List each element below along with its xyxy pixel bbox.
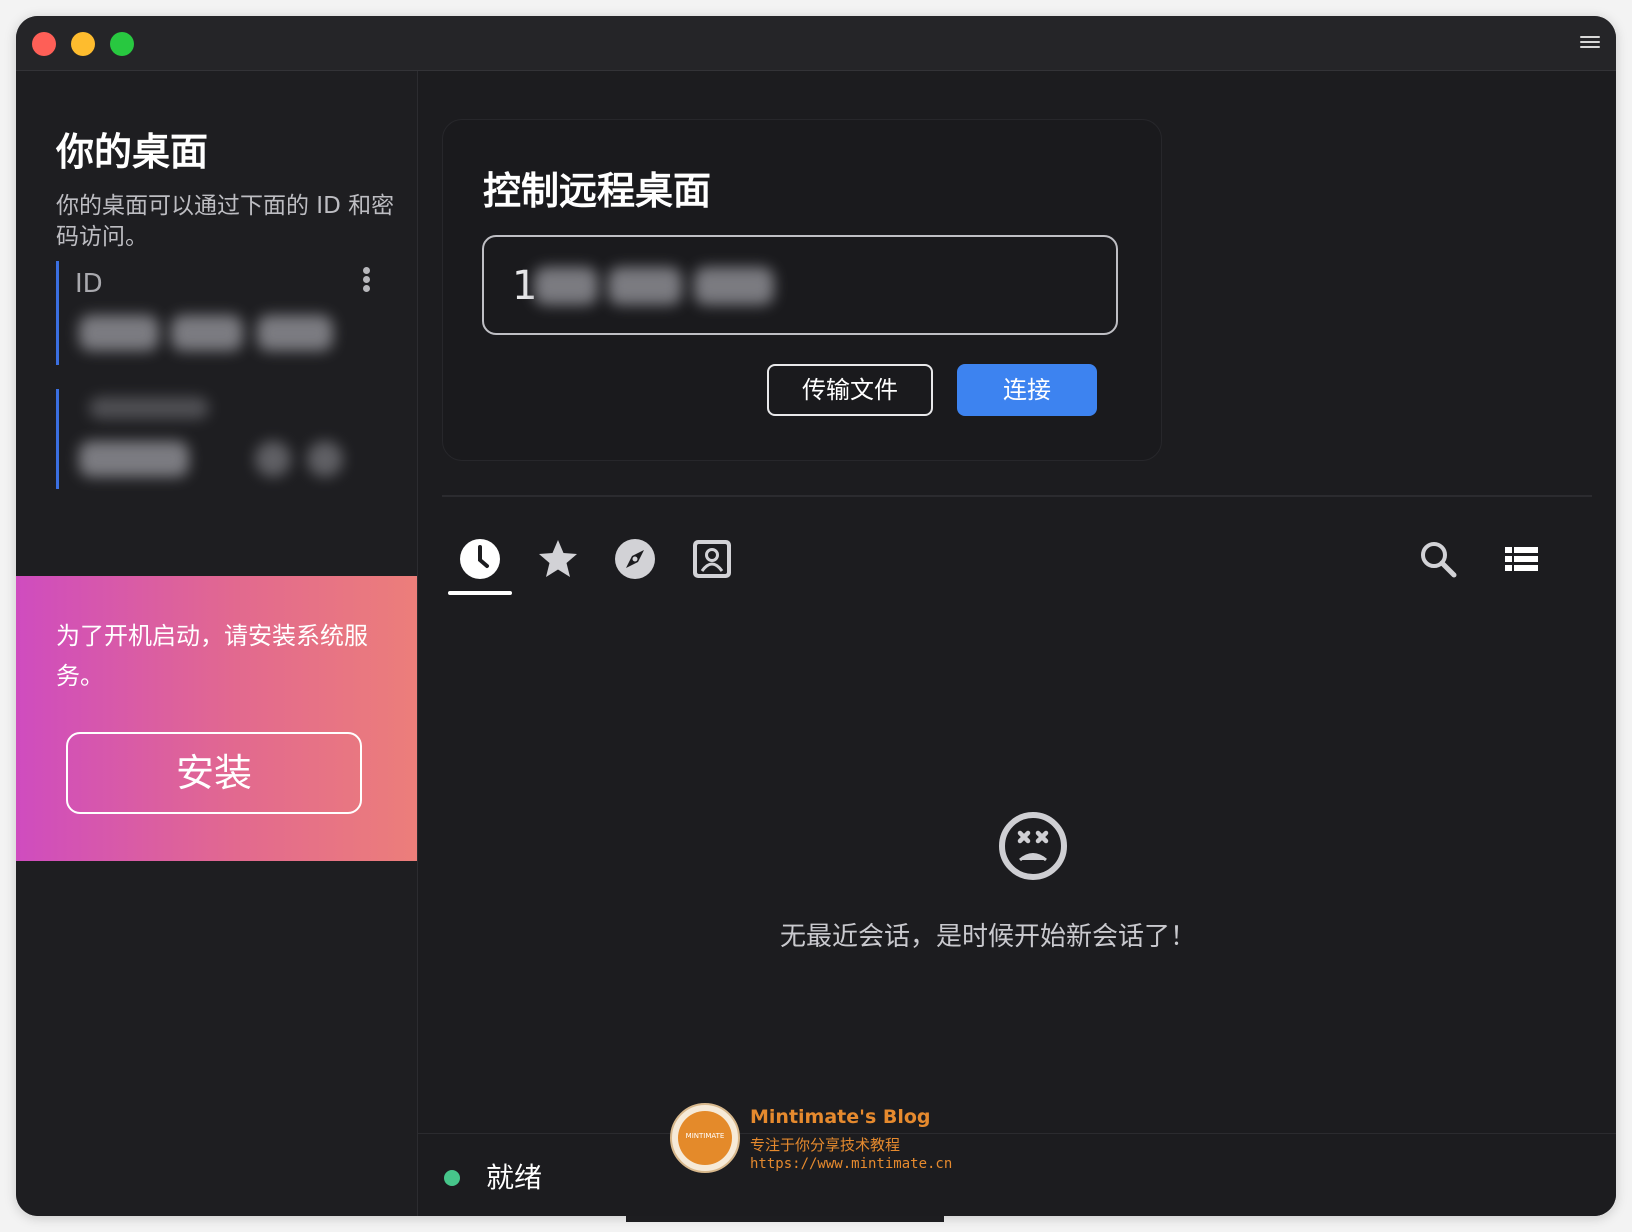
install-button[interactable]: 安装 [66,732,362,814]
minimize-window-button[interactable] [71,32,95,56]
id-value-redacted [79,315,159,351]
remote-id-redacted [608,267,682,305]
empty-sessions-message: 无最近会话，是时候开始新会话了！ [779,922,1196,952]
blog-watermark: MINTIMATE Mintimate's Blog 专注于你分享技术教程 ht… [640,1098,980,1190]
section-divider [442,495,1592,497]
id-value-redacted [257,315,333,351]
password-section [56,389,369,489]
watermark-url: https://www.mintimate.cn [750,1156,953,1172]
remote-id-redacted [694,267,774,305]
compass-icon [615,539,655,579]
title-bar [16,16,1616,71]
id-section: ID [56,261,371,365]
status-text: 就绪 [486,1161,543,1194]
address-book-icon [693,540,731,578]
blog-logo: MINTIMATE [670,1103,740,1173]
status-bar: 就绪 [418,1133,1616,1216]
install-service-banner: 为了开机启动，请安装系统服务。 安装 [16,576,417,861]
tab-favorites[interactable] [536,537,580,581]
active-tab-indicator [448,591,512,595]
star-icon [539,540,577,577]
edit-password-icon[interactable] [307,441,343,477]
clock-icon [460,539,500,579]
close-window-button[interactable] [32,32,56,56]
tab-address-book[interactable] [690,537,734,581]
password-value-redacted [79,441,189,477]
hamburger-menu-icon[interactable] [1580,33,1600,51]
watermark-subtitle: 专注于你分享技术教程 [750,1136,901,1154]
transfer-file-button[interactable]: 传输文件 [767,364,933,416]
sad-face-icon [998,811,1068,881]
id-label: ID [75,269,103,299]
id-value-redacted [171,315,243,351]
tab-discovered[interactable] [613,537,657,581]
maximize-window-button[interactable] [110,32,134,56]
status-indicator [444,1170,460,1186]
watermark-title: Mintimate's Blog [750,1106,931,1128]
blog-logo-mark: MINTIMATE [678,1111,732,1165]
connect-button[interactable]: 连接 [957,364,1097,416]
watermark-bar [626,1216,944,1222]
install-service-text: 为了开机启动，请安装系统服务。 [56,622,368,690]
more-options-icon[interactable] [361,265,371,297]
sidebar-title: 你的桌面 [56,130,209,174]
password-label-redacted [89,397,209,419]
remote-id-input[interactable]: 1 [482,235,1118,335]
sidebar: 你的桌面 你的桌面可以通过下面的 ID 和密码访问。 ID 为了开机启动，请安装… [16,71,418,1216]
tab-recent[interactable] [458,537,502,581]
refresh-password-icon[interactable] [255,441,291,477]
main-panel: 控制远程桌面 1 传输文件 连接 无最近会话，是时候开始新会话了！ 就绪 [418,71,1616,1216]
search-icon[interactable] [1418,539,1458,579]
remote-control-title: 控制远程桌面 [483,169,712,213]
list-view-icon[interactable] [1501,539,1541,579]
remote-control-card: 控制远程桌面 1 传输文件 连接 [442,119,1162,461]
sidebar-description: 你的桌面可以通过下面的 ID 和密码访问。 [56,193,395,250]
remote-id-redacted [534,267,598,305]
app-window: 你的桌面 你的桌面可以通过下面的 ID 和密码访问。 ID 为了开机启动，请安装… [16,16,1616,1216]
